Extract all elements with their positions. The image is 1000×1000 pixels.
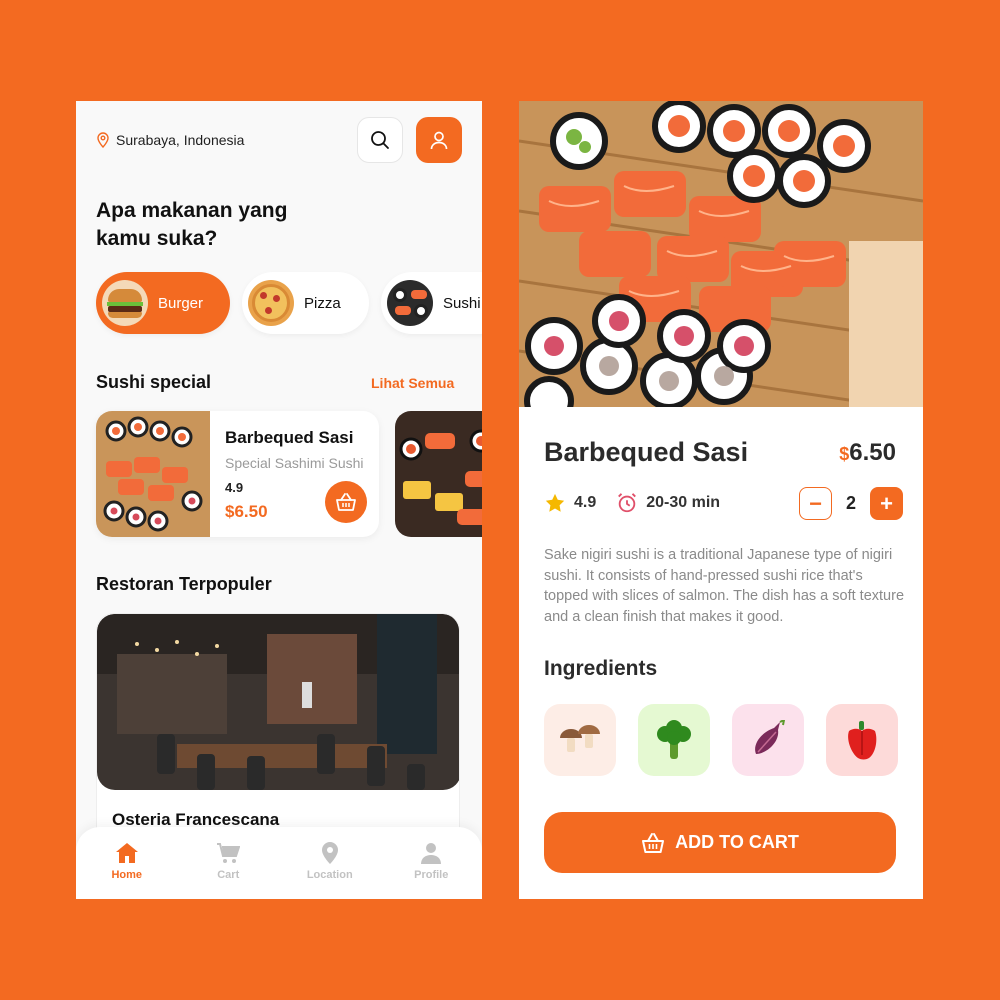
category-sushi[interactable]: Sushi <box>381 272 482 334</box>
alarm-clock-icon <box>618 493 637 513</box>
search-icon <box>371 131 389 149</box>
food-title: Barbequed Sasi <box>225 428 354 447</box>
food-rating: 4.9 <box>225 480 244 495</box>
price-value: 6.50 <box>849 439 896 466</box>
dish-title: Barbequed Sasi <box>544 437 749 467</box>
food-subtitle: Special Sashimi Sushi <box>225 455 364 471</box>
onion-icon <box>755 720 786 754</box>
dish-meta: 4.9 20-30 min <box>544 492 720 514</box>
home-icon <box>115 843 138 863</box>
ingredient-bell-pepper[interactable] <box>826 704 898 776</box>
currency-symbol: $ <box>839 444 850 464</box>
category-pizza[interactable]: Pizza <box>242 272 369 334</box>
mushroom-icon <box>560 725 600 752</box>
ingredient-broccoli[interactable] <box>638 704 710 776</box>
see-all-link[interactable]: Lihat Semua <box>371 375 454 391</box>
profile-button[interactable] <box>416 117 462 163</box>
food-price: $6.50 <box>225 502 268 521</box>
bell-pepper-icon <box>848 721 877 760</box>
bottom-navigation: Home Cart Location Profile <box>76 827 482 899</box>
page-headline: Apa makanan yang kamu suka? <box>96 197 356 253</box>
popular-section-title: Restoran Terpopuler <box>96 574 272 594</box>
burger-image <box>102 280 148 326</box>
ingredient-onion[interactable] <box>732 704 804 776</box>
location-pin-icon <box>97 132 109 148</box>
location-text: Surabaya, Indonesia <box>116 132 245 148</box>
home-screen: Surabaya, Indonesia Apa makanan yang kam… <box>76 101 482 899</box>
cart-icon <box>217 843 241 863</box>
ingredient-mushroom[interactable] <box>544 704 616 776</box>
dish-rating: 4.9 <box>574 494 597 511</box>
headline-line-2: kamu suka? <box>96 227 218 250</box>
nav-home[interactable]: Home <box>76 827 178 899</box>
category-list: Burger Pizza Sushi <box>96 272 482 334</box>
nav-label: Profile <box>414 869 449 881</box>
add-to-cart-button[interactable] <box>325 481 367 523</box>
sushi-image <box>387 280 433 326</box>
quantity-stepper: − 2 + <box>799 487 904 520</box>
quantity-value: 2 <box>846 493 857 513</box>
user-icon <box>430 131 448 150</box>
food-card-2-image[interactable] <box>395 411 482 537</box>
dish-description: Sake nigiri sushi is a traditional Japan… <box>544 547 905 625</box>
category-label: Sushi <box>443 294 481 312</box>
nav-profile[interactable]: Profile <box>381 827 483 899</box>
pizza-image <box>248 280 294 326</box>
star-icon <box>545 493 565 512</box>
nav-label: Cart <box>217 869 240 881</box>
nav-cart[interactable]: Cart <box>178 827 280 899</box>
add-to-cart-button[interactable]: ADD TO CART <box>544 812 896 873</box>
location-label[interactable]: Surabaya, Indonesia <box>96 132 244 148</box>
location-pin-icon <box>321 842 338 864</box>
category-label: Pizza <box>304 294 341 312</box>
nav-label: Home <box>111 869 143 881</box>
food-card[interactable]: Barbequed Sasi Special Sashimi Sushi 4.9… <box>96 411 379 537</box>
add-to-cart-label: ADD TO CART <box>675 832 799 852</box>
decrease-button[interactable]: − <box>799 487 832 520</box>
headline-line-1: Apa makanan yang <box>96 199 288 222</box>
dish-price: $6.50 <box>839 439 896 467</box>
special-section-title: Sushi special <box>96 372 212 392</box>
user-icon <box>421 843 442 864</box>
hero-image <box>519 101 923 407</box>
ingredients-list <box>544 704 898 776</box>
nav-location[interactable]: Location <box>279 827 381 899</box>
nav-label: Location <box>306 869 353 881</box>
dish-time: 20-30 min <box>646 494 721 511</box>
broccoli-icon <box>657 720 691 759</box>
basket-icon <box>336 493 356 511</box>
category-label: Burger <box>158 294 204 312</box>
category-burger[interactable]: Burger <box>96 272 230 334</box>
detail-screen: Barbequed Sasi $6.50 4.9 20-30 min − 2 +… <box>519 101 923 899</box>
basket-icon <box>642 832 665 853</box>
food-card-image <box>96 411 210 537</box>
search-button[interactable] <box>357 117 403 163</box>
increase-button[interactable]: + <box>870 487 904 520</box>
ingredients-title: Ingredients <box>544 657 658 680</box>
restaurant-image <box>97 614 459 790</box>
